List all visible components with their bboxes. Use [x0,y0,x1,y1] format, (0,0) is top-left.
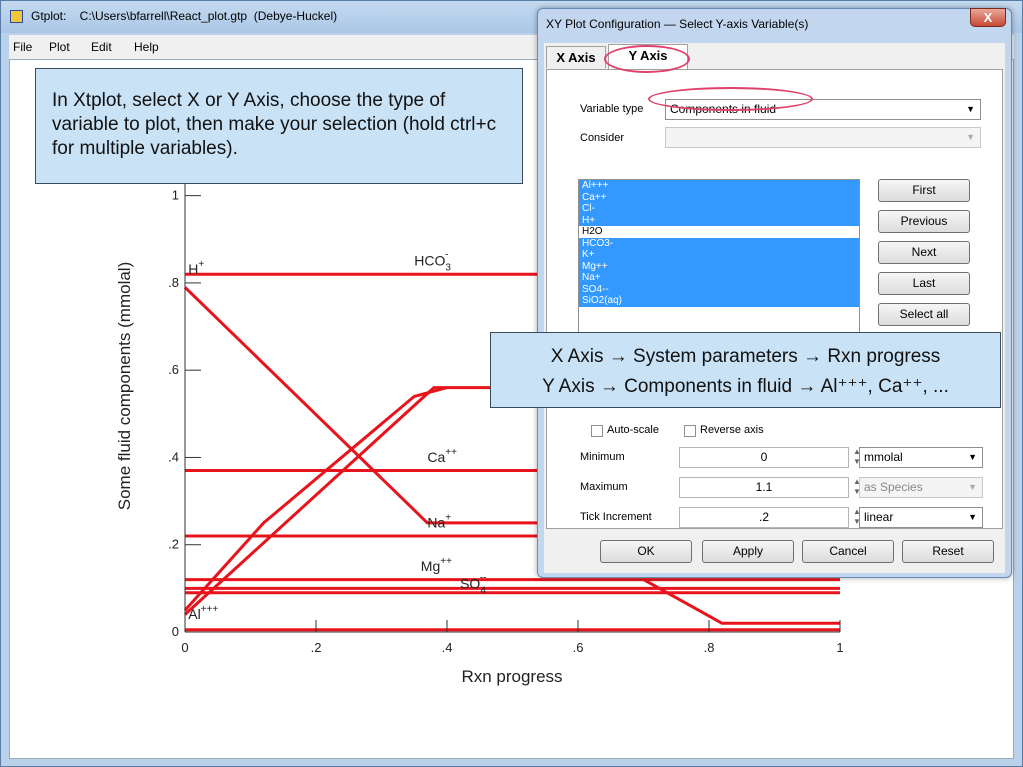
y-tick-label: 0 [172,624,179,639]
annotation-text: Al [188,606,200,622]
variable-item[interactable]: H2O [579,226,859,238]
series-annotation: HCO3 - [414,249,451,273]
minimum-unit-value: mmolal [864,450,903,464]
tick-increment-input[interactable]: .2 [679,507,849,528]
close-icon[interactable]: X [970,8,1006,27]
chevron-down-icon: ▼ [968,512,977,522]
variable-item[interactable]: HCO3- [579,237,859,249]
x-axis-label: Rxn progress [461,667,562,686]
annotation-text: Ca [427,449,445,465]
annotation-superscript: ++ [445,447,457,458]
variable-type-label: Variable type [580,103,644,115]
apply-button[interactable]: Apply [702,540,794,563]
series-annotation: Ca++ [427,447,457,465]
summary-line-x: X Axis → System parameters → Rxn progres… [550,346,941,367]
maximum-label: Maximum [580,481,628,493]
variable-item[interactable]: SO4-- [579,283,859,295]
dialog-title: XY Plot Configuration — Select Y-axis Va… [546,17,809,31]
tab-x-axis[interactable]: X Axis [546,46,606,68]
variable-item[interactable]: Cl- [579,203,859,215]
y-tick-label: .2 [168,537,179,552]
x-tick-label: .2 [311,640,322,655]
chevron-down-icon: ▼ [968,452,977,462]
variable-item[interactable]: Ca++ [579,191,859,203]
axis-summary-callout: X Axis → System parameters → Rxn progres… [490,332,1001,408]
cancel-button[interactable]: Cancel [802,540,894,563]
annotation-superscript: + [445,512,451,523]
annotation-superscript: + [198,259,204,270]
annotation-superscript: ++ [440,556,452,567]
variable-item[interactable]: H+ [579,214,859,226]
reset-button[interactable]: Reset [902,540,994,563]
first-button[interactable]: First [878,179,970,202]
minimum-label: Minimum [580,451,625,463]
series-annotation: Na+ [427,512,451,530]
ok-button[interactable]: OK [600,540,692,563]
series-annotation: Mg++ [421,556,452,574]
annotation-subscript: 4 [480,585,486,596]
y-axis-tab-highlight [604,45,690,73]
consider-label: Consider [580,132,625,144]
series-line-unlabeled-10 [642,578,840,625]
y-tick-label: .4 [168,449,179,464]
dialog-body: X Axis Y Axis Variable type Components i… [544,43,1005,573]
y-axis-label: Some fluid components (mmolal) [115,262,134,510]
tick-increment-label: Tick Increment [580,511,652,523]
variable-type-highlight [648,87,813,111]
y-tick-label: .8 [168,275,179,290]
variable-item[interactable]: Na+ [579,272,859,284]
variable-item[interactable]: K+ [579,249,859,261]
last-button[interactable]: Last [878,272,970,295]
annotation-superscript: - [445,249,448,260]
next-button[interactable]: Next [878,241,970,264]
variable-item[interactable]: Al+++ [579,180,859,192]
reverse-axis-checkbox[interactable] [684,425,696,437]
maximum-input[interactable]: 1.1 [679,477,849,498]
variable-item[interactable]: Mg++ [579,260,859,272]
maximum-unit-value: as Species [864,480,923,494]
instructions-text: In Xtplot, select X or Y Axis, choose th… [52,90,497,159]
consider-select[interactable]: ▼ [665,127,981,148]
annotation-text: H [188,261,198,277]
minimum-input[interactable]: 0 [679,447,849,468]
annotation-text: Na [427,514,445,530]
x-tick-label: 0 [181,640,188,655]
x-tick-label: .8 [704,640,715,655]
chevron-down-icon: ▼ [968,482,977,492]
reverse-axis-label: Reverse axis [700,424,764,436]
tick-scale-value: linear [864,510,894,524]
y-tick-label: 1 [172,188,179,203]
annotation-text: HCO [414,252,445,268]
maximum-unit-select[interactable]: as Species ▼ [859,477,983,498]
annotation-superscript: +++ [201,604,219,615]
summary-line-y: Y Axis → Components in fluid → Al⁺⁺⁺, Ca… [542,376,949,397]
x-tick-label: .6 [573,640,584,655]
annotation-text: SO [460,575,480,591]
chevron-down-icon: ▼ [966,132,975,142]
auto-scale-label: Auto-scale [607,424,659,436]
x-tick-label: .4 [442,640,453,655]
select-all-button[interactable]: Select all [878,303,970,326]
series-annotation: Al+++ [188,604,218,622]
instructions-callout: In Xtplot, select X or Y Axis, choose th… [35,68,523,184]
previous-button[interactable]: Previous [878,210,970,233]
minimum-unit-select[interactable]: mmolal ▼ [859,447,983,468]
tick-scale-select[interactable]: linear ▼ [859,507,983,528]
x-tick-label: 1 [836,640,843,655]
chevron-down-icon: ▼ [966,104,975,114]
y-tick-label: .6 [168,362,179,377]
y-axis-panel: Variable type Components in fluid ▼ Cons… [546,69,1003,529]
variable-item[interactable]: SiO2(aq) [579,295,859,307]
annotation-subscript: 3 [445,262,451,273]
auto-scale-checkbox[interactable] [591,425,603,437]
annotation-text: Mg [421,558,440,574]
annotation-superscript: -- [480,572,487,583]
